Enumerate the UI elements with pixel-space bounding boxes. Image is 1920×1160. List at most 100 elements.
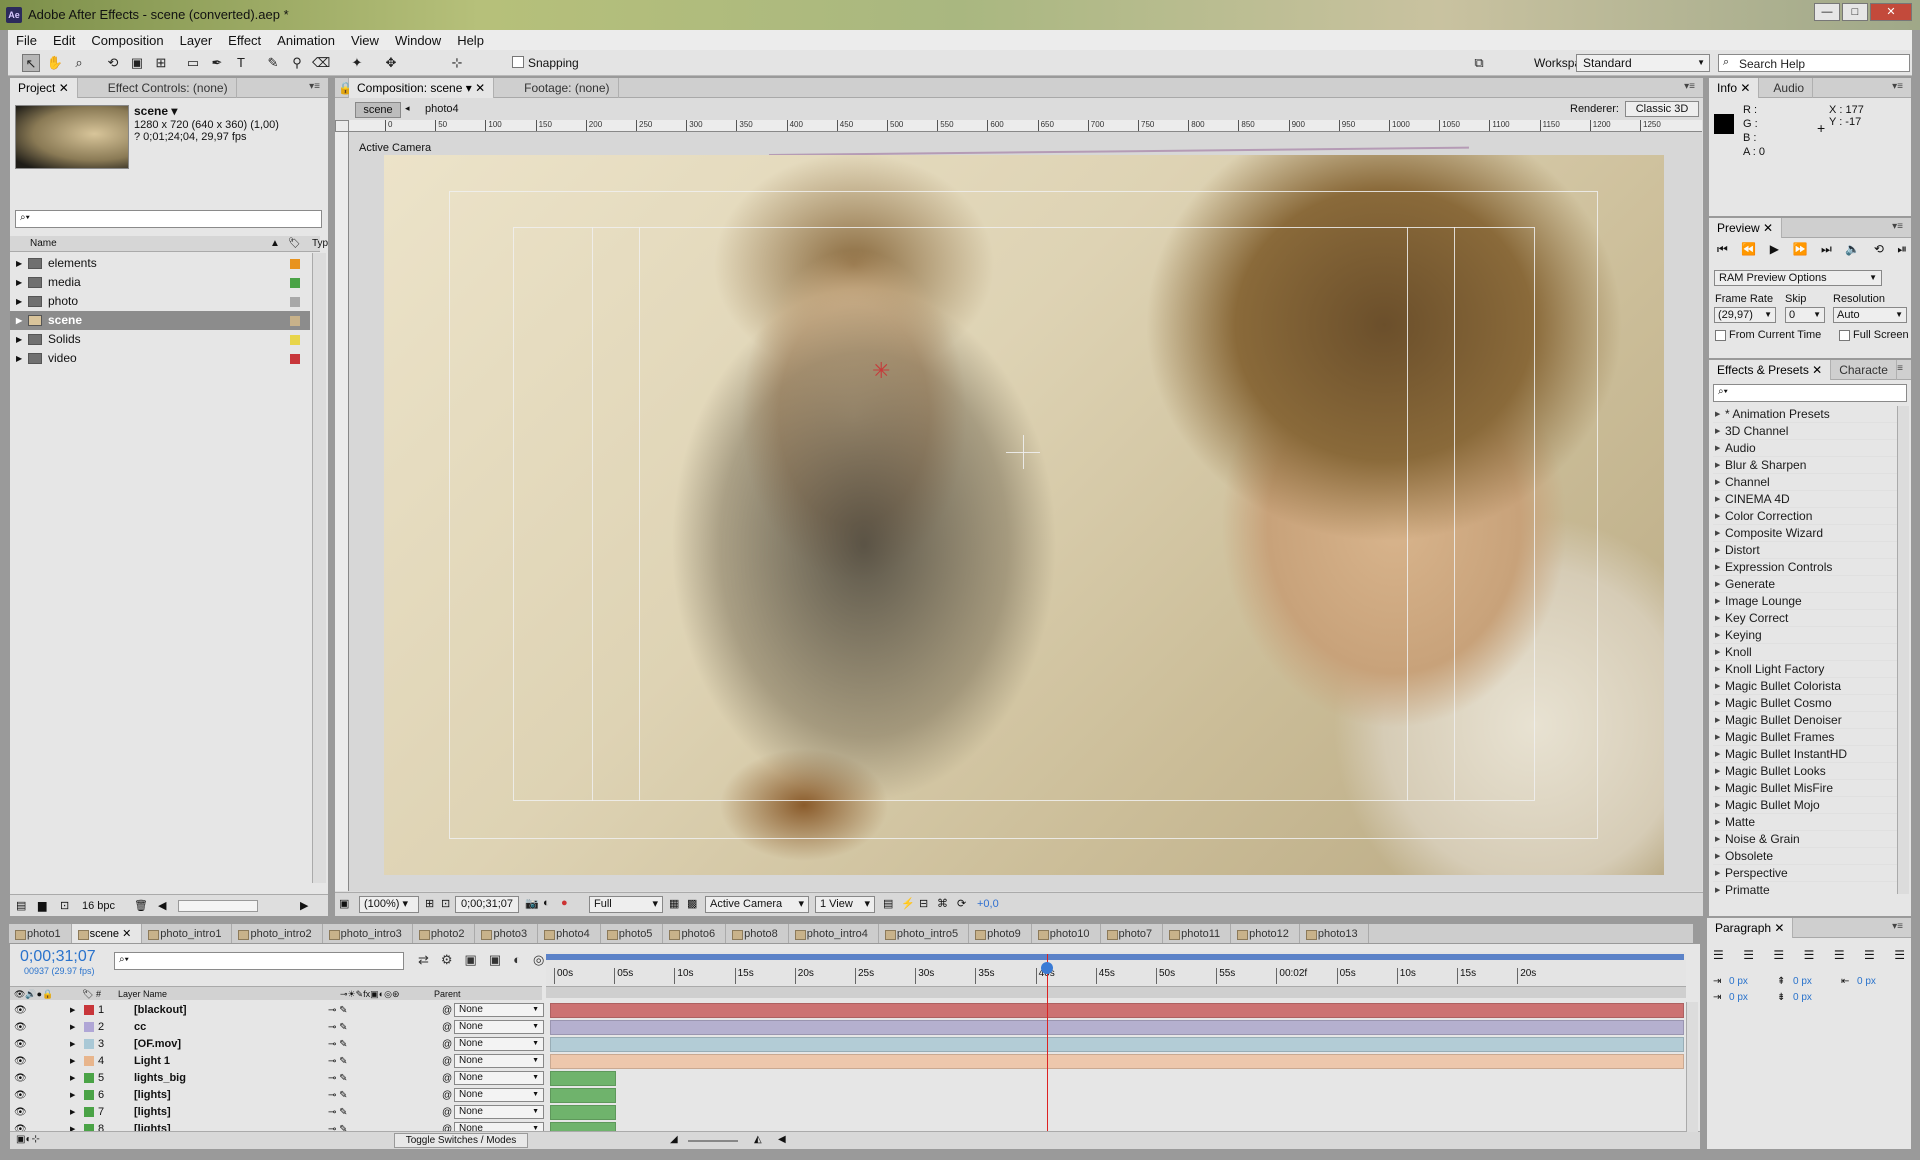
work-area-range[interactable] [546, 954, 1684, 960]
effect-category-item[interactable]: CINEMA 4D [1713, 491, 1899, 508]
effect-category-item[interactable]: Knoll [1713, 644, 1899, 661]
resolution-grid-icon[interactable]: ⊞ [425, 897, 434, 910]
project-scrollbar[interactable] [312, 253, 326, 883]
layer-label-swatch[interactable] [84, 1005, 94, 1015]
menu-view[interactable]: View [343, 33, 387, 48]
tab-photo10[interactable]: photo10 [1032, 924, 1101, 943]
tab-photo5[interactable]: photo5 [601, 924, 664, 943]
layer-switches[interactable]: ⊸ ✎ [328, 1019, 348, 1036]
effect-category-item[interactable]: Knoll Light Factory [1713, 661, 1899, 678]
expand-arrow-icon[interactable]: ▶ [70, 1087, 75, 1104]
expand-arrow-icon[interactable]: ▶ [16, 330, 22, 349]
sort-arrow-icon[interactable]: ▲ [270, 236, 280, 252]
scroll-left-icon[interactable]: ◀ [778, 1134, 786, 1145]
parent-select[interactable]: None [454, 1037, 544, 1051]
visibility-eye-icon[interactable]: 👁 [14, 1002, 27, 1019]
breadcrumb-photo4[interactable]: photo4 [425, 103, 459, 115]
tab-preview[interactable]: Preview ✕ [1709, 217, 1783, 238]
tab-photo-intro4[interactable]: photo_intro4 [789, 924, 879, 943]
effect-category-item[interactable]: Keying [1713, 627, 1899, 644]
expand-arrow-icon[interactable]: ▶ [16, 254, 22, 273]
tab-photo6[interactable]: photo6 [663, 924, 727, 943]
tab-photo8[interactable]: photo8 [726, 924, 789, 943]
rotate-tool-icon[interactable]: ⟲ [104, 54, 122, 72]
ram-preview-options-select[interactable]: RAM Preview Options ▼ [1714, 270, 1882, 286]
tab-photo4[interactable]: photo4 [538, 924, 601, 943]
expand-arrow-icon[interactable]: ▶ [70, 1104, 75, 1121]
menu-file[interactable]: File [8, 33, 45, 48]
tab-photo12[interactable]: photo12 [1231, 924, 1300, 943]
work-area-bar[interactable] [546, 986, 1686, 998]
parent-select[interactable]: None [454, 1003, 544, 1017]
scroll-right-icon[interactable]: ▶ [300, 895, 308, 917]
effect-category-item[interactable]: Magic Bullet Denoiser [1713, 712, 1899, 729]
workspace-select[interactable]: Standard ▼ [1576, 54, 1710, 72]
new-folder-icon[interactable]: ▆ [38, 895, 46, 917]
effect-category-item[interactable]: Image Lounge [1713, 593, 1899, 610]
effect-category-item[interactable]: Key Correct [1713, 610, 1899, 627]
resolution-preview-select[interactable]: Auto ▼ [1833, 307, 1907, 323]
layer-duration-bar[interactable] [550, 1088, 616, 1103]
light-position-icon[interactable]: ✳ [872, 360, 890, 382]
align-right-icon[interactable]: ☰ [1773, 948, 1784, 962]
tab-photo9[interactable]: photo9 [969, 924, 1032, 943]
current-time-indicator-head[interactable] [1041, 962, 1053, 974]
pickwhip-icon[interactable]: @ [442, 1019, 452, 1036]
justify-center-icon[interactable]: ☰ [1834, 948, 1845, 962]
new-comp-icon[interactable]: ⊡ [60, 895, 69, 917]
ram-preview-icon[interactable]: ⏯ [1897, 242, 1907, 262]
menu-edit[interactable]: Edit [45, 33, 83, 48]
scroll-left-icon[interactable]: ◀ [158, 895, 166, 917]
mute-audio-icon[interactable]: 🔈 [1845, 242, 1860, 262]
renderer-button[interactable]: Classic 3D [1625, 101, 1699, 117]
layer-row[interactable]: 👁 ▶ 5 lights_big ⊸ ✎ @ None [10, 1070, 1690, 1087]
first-line-indent-value[interactable]: 0 px [1729, 992, 1748, 1003]
tab-photo11[interactable]: photo11 [1163, 924, 1232, 943]
trash-icon[interactable]: 🗑 [134, 895, 148, 917]
always-preview-icon[interactable]: ▣ [339, 897, 349, 910]
layer-row[interactable]: 👁 ▶ 4 Light 1 ⊸ ✎ @ None [10, 1053, 1690, 1070]
layer-switches[interactable]: ⊸ ✎ [328, 1087, 348, 1104]
effect-category-item[interactable]: 3D Channel [1713, 423, 1899, 440]
layer-duration-bar[interactable] [550, 1071, 616, 1086]
maximize-button[interactable]: □ [1842, 3, 1868, 21]
reset-exposure-icon[interactable]: ⟳ [957, 897, 966, 910]
current-time-indicator[interactable] [1047, 954, 1048, 1144]
selection-tool-icon[interactable]: ↖ [22, 54, 40, 72]
effect-category-item[interactable]: Composite Wizard [1713, 525, 1899, 542]
effect-category-item[interactable]: Magic Bullet Colorista [1713, 678, 1899, 695]
transparency-grid-icon[interactable]: ▩ [687, 897, 697, 910]
project-search-input[interactable]: ⌕▾ [15, 210, 322, 228]
tab-photo7[interactable]: photo7 [1101, 924, 1164, 943]
tab-photo3[interactable]: photo3 [475, 924, 539, 943]
pickwhip-icon[interactable]: @ [442, 1002, 452, 1019]
tab-scene[interactable]: scene ✕ [71, 924, 143, 943]
rectangle-tool-icon[interactable]: ▭ [184, 54, 202, 72]
expand-arrow-icon[interactable]: ▶ [16, 292, 22, 311]
av-features-icon[interactable]: 👁🔊●🔒 [14, 987, 53, 1001]
parent-select[interactable]: None [454, 1071, 544, 1085]
layer-duration-bar[interactable] [550, 1020, 1684, 1035]
expand-arrow-icon[interactable]: ▶ [70, 1019, 75, 1036]
effect-category-item[interactable]: Magic Bullet Frames [1713, 729, 1899, 746]
panel-menu-icon[interactable]: ▾≡ [1892, 81, 1903, 92]
region-icon[interactable]: ▦ [669, 897, 679, 910]
expand-arrow-icon[interactable]: ▶ [70, 1053, 75, 1070]
brush-tool-icon[interactable]: ✎ [264, 54, 282, 72]
layer-switches[interactable]: ⊸ ✎ [328, 1070, 348, 1087]
layer-row[interactable]: 👁 ▶ 1 [blackout] ⊸ ✎ @ None [10, 1002, 1690, 1019]
bpc-label[interactable]: 16 bpc [82, 895, 115, 917]
layer-label-swatch[interactable] [84, 1022, 94, 1032]
layer-switches[interactable]: ⊸ ✎ [328, 1036, 348, 1053]
label-color-swatch[interactable] [290, 259, 300, 269]
layer-label-swatch[interactable] [84, 1073, 94, 1083]
layer-name[interactable]: [lights] [134, 1087, 171, 1104]
timeline-search-input[interactable]: ⌕▾ [114, 952, 404, 970]
parent-select[interactable]: None [454, 1054, 544, 1068]
toggle-pixel-aspect-icon[interactable]: ▤ [883, 897, 893, 910]
effect-category-item[interactable]: Distort [1713, 542, 1899, 559]
space-before-value[interactable]: 0 px [1793, 976, 1812, 987]
zoom-tool-icon[interactable]: ⌕ [70, 54, 88, 72]
ruler-origin[interactable] [335, 120, 349, 132]
next-frame-icon[interactable]: ⏩ [1793, 242, 1808, 262]
